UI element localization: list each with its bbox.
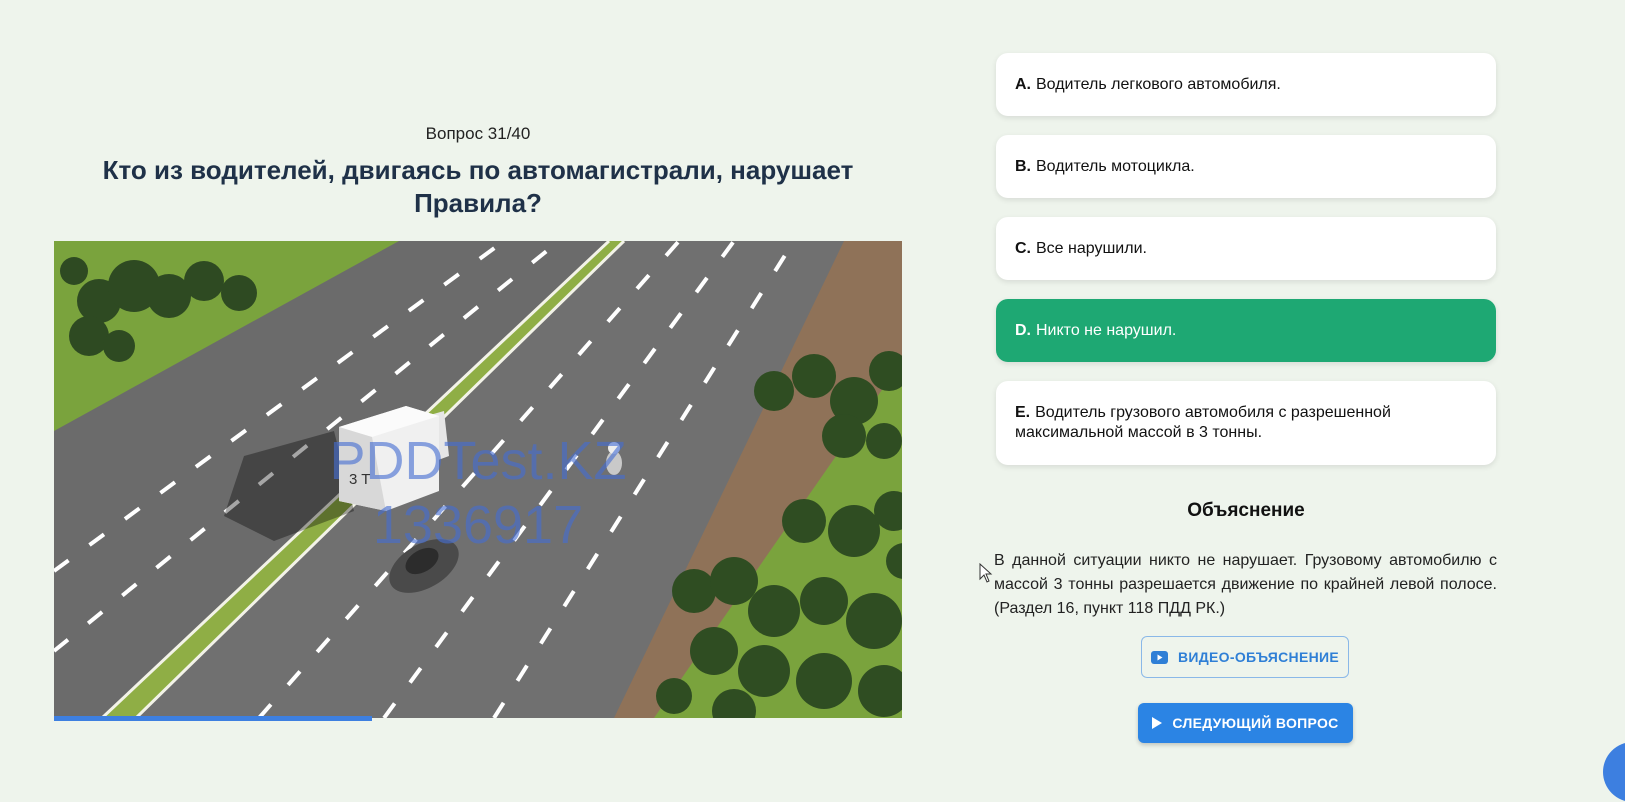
mouse-cursor-icon: [979, 562, 993, 588]
answer-letter: A.: [1015, 75, 1031, 93]
youtube-icon: [1150, 650, 1168, 664]
answer-option-a[interactable]: A. Водитель легкового автомобиля.: [996, 53, 1496, 116]
answer-text: Водитель грузового автомобиля с разрешен…: [1015, 404, 1391, 441]
floating-action-button[interactable]: [1603, 742, 1625, 802]
image-progress-bar: [54, 716, 902, 721]
next-question-label: СЛЕДУЮЩИЙ ВОПРОС: [1172, 715, 1339, 731]
answer-letter: B.: [1015, 157, 1031, 175]
truck-plate: 3 T: [349, 471, 370, 488]
answer-letter: D.: [1015, 321, 1031, 339]
answer-letter: C.: [1015, 239, 1031, 257]
answer-option-e[interactable]: E. Водитель грузового автомобиля с разреш…: [996, 381, 1496, 465]
video-explanation-button[interactable]: ВИДЕО-ОБЪЯСНЕНИЕ: [1141, 636, 1349, 678]
explanation-text: В данной ситуации никто не нарушает. Гру…: [994, 552, 1497, 617]
answer-text: Все нарушили.: [1036, 239, 1147, 257]
answer-letter: E.: [1015, 404, 1031, 421]
road-scene-illustration: 3 T: [54, 241, 902, 718]
video-explanation-label: ВИДЕО-ОБЪЯСНЕНИЕ: [1177, 649, 1340, 665]
answer-option-c[interactable]: C. Все нарушили.: [996, 217, 1496, 280]
question-image: 3 T PDDTest.KZ 1336917: [54, 241, 902, 718]
next-question-button[interactable]: СЛЕДУЮЩИЙ ВОПРОС: [1138, 703, 1353, 743]
answer-text: Водитель мотоцикла.: [1036, 157, 1195, 175]
answer-text: Водитель легкового автомобиля.: [1036, 75, 1281, 93]
question-title: Кто из водителей, двигаясь по автомагист…: [102, 155, 854, 218]
answer-content: E. Водитель грузового автомобиля с разреш…: [1015, 403, 1477, 443]
answer-option-b[interactable]: B. Водитель мотоцикла.: [996, 135, 1496, 198]
answer-text: Никто не нарушил.: [1036, 321, 1177, 339]
image-progress-fill: [54, 716, 372, 721]
question-counter: Вопрос 31/40: [425, 124, 531, 143]
explanation-title: Объяснение: [1187, 500, 1305, 521]
answer-option-d[interactable]: D. Никто не нарушил.: [996, 299, 1496, 362]
play-icon: [1152, 717, 1163, 729]
